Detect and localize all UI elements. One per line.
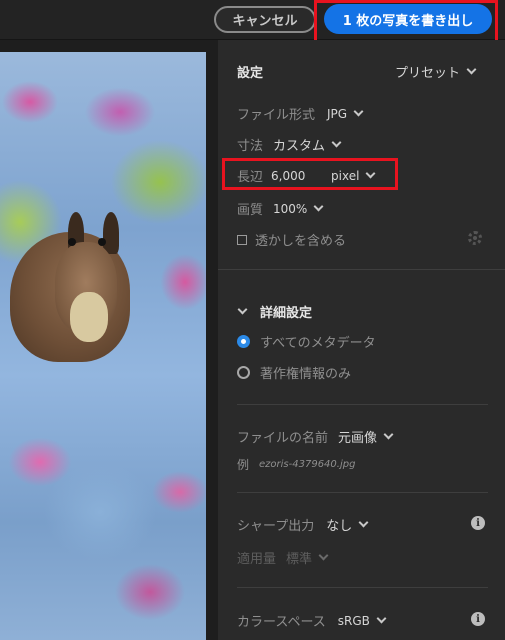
file-format-value[interactable]: JPG bbox=[327, 107, 347, 121]
divider bbox=[237, 492, 488, 493]
chevron-down-icon bbox=[237, 304, 248, 315]
chevron-down-icon[interactable] bbox=[313, 201, 324, 212]
quality-label: 画質 bbox=[237, 203, 264, 218]
color-space-label: カラースペース bbox=[237, 615, 326, 630]
size-value[interactable]: カスタム bbox=[273, 135, 325, 154]
example-value: ezoris-4379640.jpg bbox=[259, 459, 356, 470]
watermark-label: 透かしを含める bbox=[255, 234, 347, 249]
chevron-down-icon[interactable] bbox=[383, 429, 394, 440]
watermark-checkbox[interactable] bbox=[237, 234, 247, 245]
sharpen-label: シャープ出力 bbox=[237, 519, 315, 534]
color-space-value[interactable]: sRGB bbox=[338, 614, 370, 628]
size-row: 寸法 カスタム bbox=[237, 135, 342, 154]
amount-row: 適用量 標準 bbox=[237, 548, 329, 567]
export-highlight-box bbox=[314, 0, 498, 45]
top-bar: キャンセル 1 枚の写真を書き出し bbox=[0, 0, 505, 45]
color-space-row: カラースペース sRGB bbox=[237, 611, 387, 630]
radio-selected[interactable] bbox=[237, 335, 250, 348]
chevron-down-icon[interactable] bbox=[358, 517, 369, 528]
quality-row: 画質 100% bbox=[237, 199, 324, 218]
radio-unselected[interactable] bbox=[237, 366, 250, 379]
metadata-option-label: 著作権情報のみ bbox=[260, 367, 352, 382]
file-name-example: 例 ezoris-4379640.jpg bbox=[237, 456, 355, 473]
squirrel-chest bbox=[70, 292, 108, 342]
chevron-down-icon[interactable] bbox=[331, 137, 342, 148]
settings-title: 設定 bbox=[237, 66, 264, 81]
advanced-title: 詳細設定 bbox=[260, 306, 313, 321]
squirrel-eye bbox=[68, 238, 76, 246]
squirrel-ear bbox=[103, 212, 119, 254]
metadata-option-copyright[interactable]: 著作権情報のみ bbox=[237, 363, 351, 382]
size-label: 寸法 bbox=[237, 139, 264, 154]
amount-value: 標準 bbox=[286, 552, 313, 567]
long-edge-highlight-box bbox=[222, 158, 398, 190]
squirrel-eye bbox=[98, 238, 106, 246]
chevron-down-icon[interactable] bbox=[376, 613, 387, 624]
file-format-row: ファイル形式 JPG bbox=[237, 104, 364, 123]
advanced-header[interactable]: 詳細設定 bbox=[237, 302, 312, 321]
chevron-down-icon[interactable] bbox=[353, 106, 364, 117]
quality-value[interactable]: 100% bbox=[273, 202, 307, 216]
preset-label: プリセット bbox=[395, 66, 461, 81]
file-name-label: ファイルの名前 bbox=[237, 431, 329, 446]
info-icon[interactable]: i bbox=[471, 612, 485, 626]
metadata-option-label: すべてのメタデータ bbox=[260, 336, 376, 351]
divider bbox=[218, 269, 505, 270]
watermark-row[interactable]: 透かしを含める bbox=[237, 230, 346, 249]
file-name-row: ファイルの名前 元画像 bbox=[237, 427, 394, 446]
chevron-down-icon bbox=[466, 64, 477, 75]
example-label: 例 bbox=[237, 458, 250, 472]
chevron-down-icon bbox=[318, 550, 329, 561]
divider bbox=[237, 587, 488, 588]
file-format-label: ファイル形式 bbox=[237, 108, 316, 123]
file-name-value[interactable]: 元画像 bbox=[338, 427, 377, 446]
sharpen-row: シャープ出力 なし bbox=[237, 515, 369, 534]
preset-dropdown[interactable]: プリセット bbox=[395, 62, 477, 81]
info-icon[interactable]: i bbox=[471, 516, 485, 530]
sharpen-value[interactable]: なし bbox=[326, 515, 352, 534]
cancel-button[interactable]: キャンセル bbox=[214, 6, 316, 33]
photo-preview bbox=[0, 52, 206, 640]
metadata-option-all[interactable]: すべてのメタデータ bbox=[237, 332, 376, 351]
amount-label: 適用量 bbox=[237, 552, 277, 567]
gear-icon[interactable] bbox=[468, 231, 482, 245]
divider bbox=[237, 404, 488, 405]
